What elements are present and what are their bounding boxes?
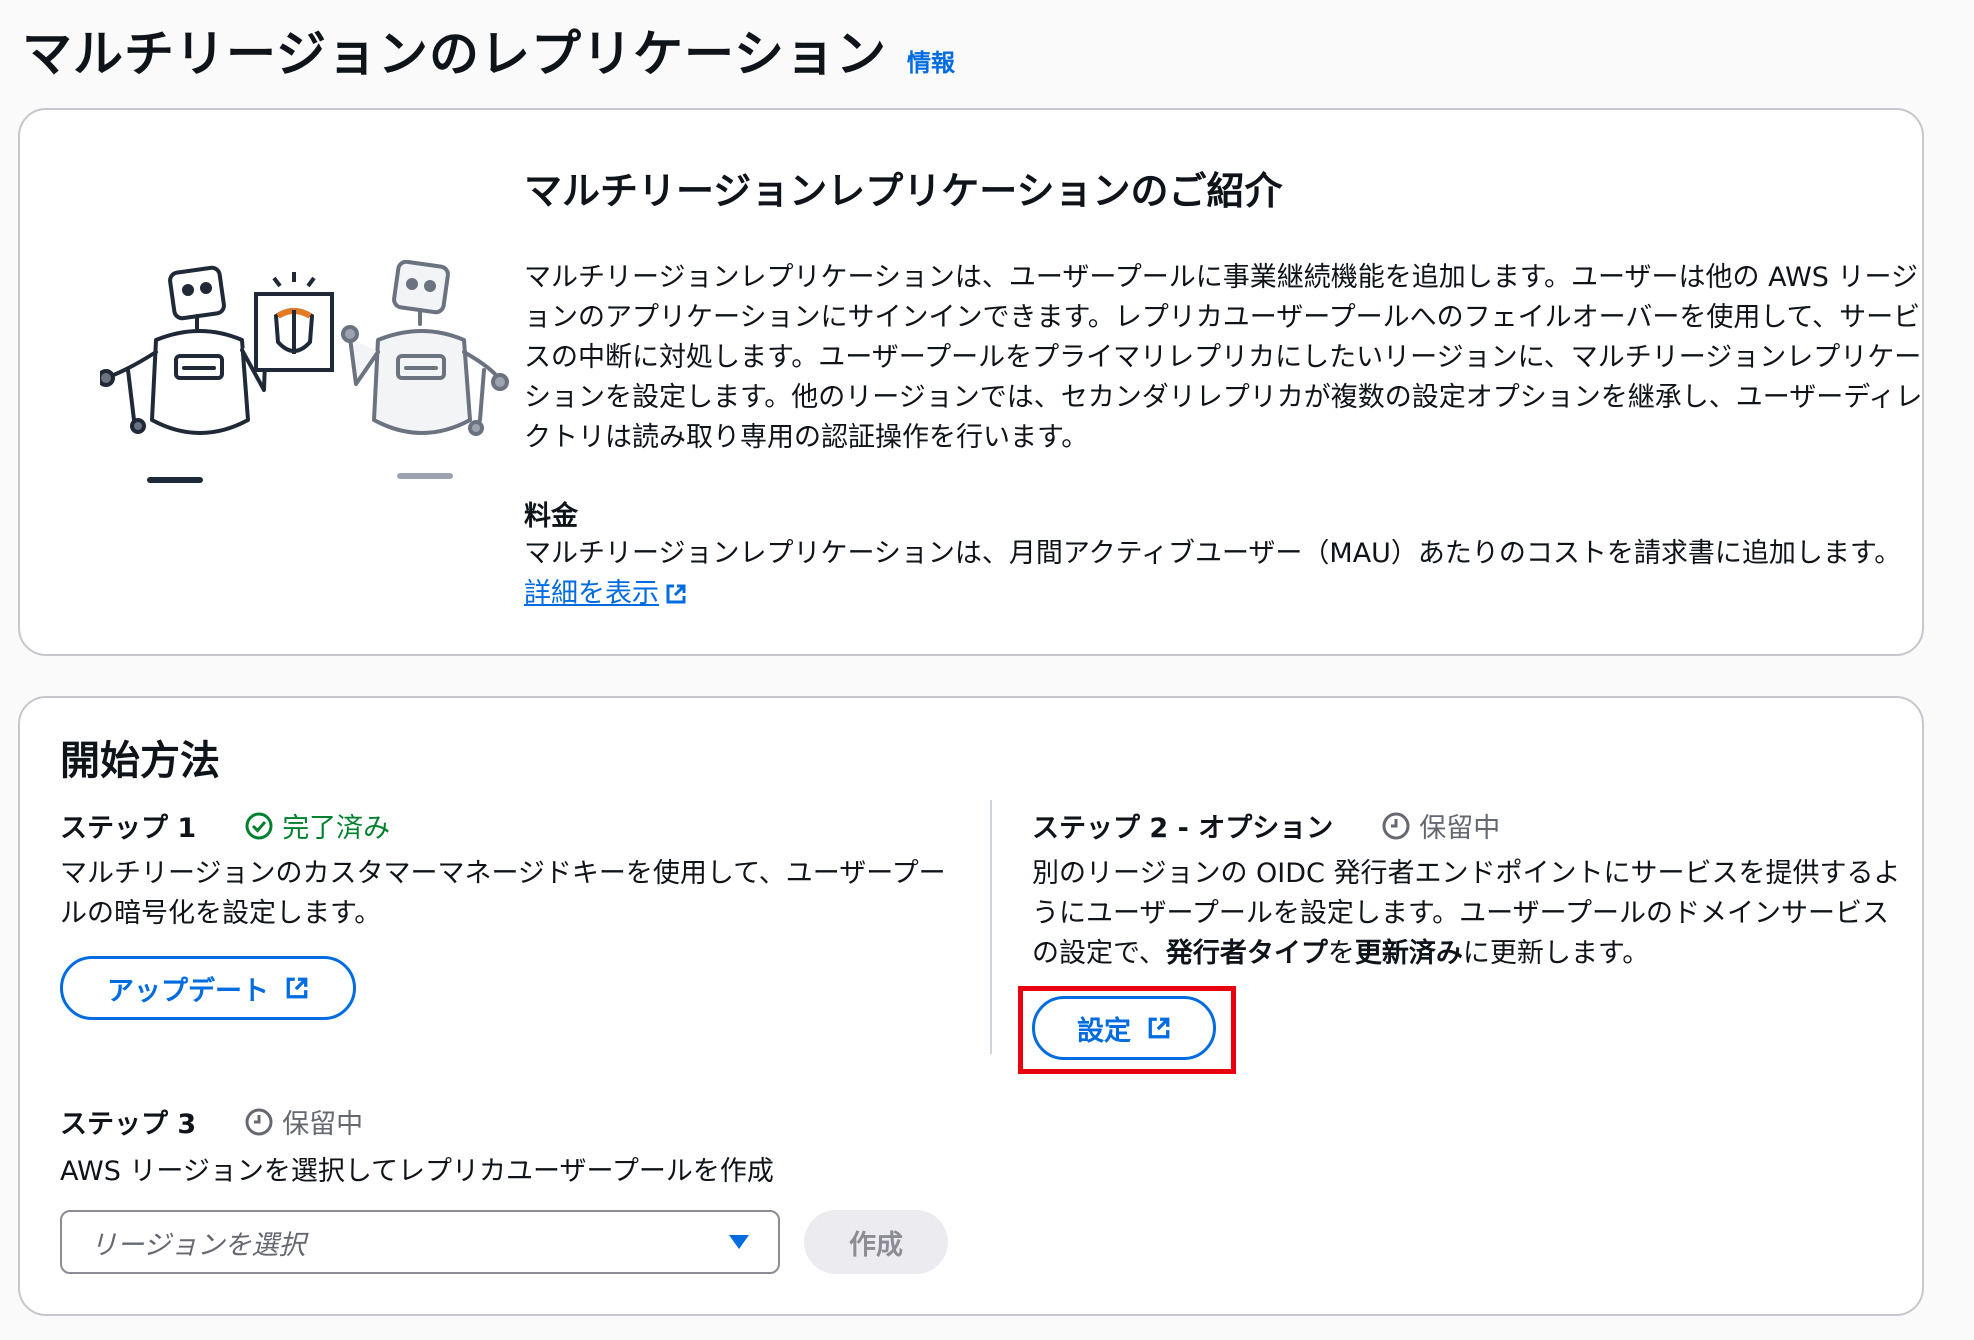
step1-header: ステップ 1 完了済み — [60, 806, 390, 845]
page: マルチリージョンのレプリケーション 情報 マルチリージョンレプリケーションのご紹… — [0, 0, 1974, 1340]
pricing-text: マルチリージョンレプリケーションは、月間アクティブユーザー（MAU）あたりのコス… — [524, 538, 1902, 569]
check-circle-icon — [245, 812, 273, 839]
step3-status: 保留中 — [244, 1102, 363, 1141]
right-robot-icon — [341, 260, 509, 479]
step1-status-text: 完了済み — [282, 813, 391, 844]
step2-label: ステップ 2 - オプション — [1032, 813, 1334, 844]
step-divider — [990, 800, 992, 1054]
step2-status-text: 保留中 — [1419, 813, 1501, 844]
caret-down-icon — [729, 1235, 749, 1249]
page-title: マルチリージョンのレプリケーション — [22, 25, 887, 83]
intro-title: マルチリージョンレプリケーションのご紹介 — [524, 169, 1283, 213]
getting-started-title: 開始方法 — [60, 738, 220, 784]
step2-text-mid: を — [1327, 938, 1355, 969]
create-button[interactable]: 作成 — [804, 1210, 948, 1274]
info-link[interactable]: 情報 — [907, 43, 955, 78]
update-button-label: アップデート — [107, 975, 269, 1007]
step3-status-text: 保留中 — [282, 1109, 364, 1140]
pricing-title: 料金 — [524, 501, 578, 532]
updated-label: 更新済み — [1354, 938, 1463, 969]
configure-button-label: 設定 — [1077, 1015, 1131, 1047]
step3-label: ステップ 3 — [60, 1109, 197, 1140]
shield-icon — [254, 272, 334, 372]
configure-button[interactable]: 設定 — [1032, 996, 1216, 1060]
step1-label: ステップ 1 — [60, 813, 197, 844]
step1-status: 完了済み — [244, 806, 390, 845]
step2-header: ステップ 2 - オプション 保留中 — [1032, 806, 1500, 845]
region-select[interactable]: リージョンを選択 — [60, 1210, 780, 1274]
step3-header: ステップ 3 保留中 — [60, 1102, 363, 1141]
external-link-icon — [1148, 1017, 1170, 1039]
page-header: マルチリージョンのレプリケーション 情報 — [22, 14, 955, 86]
step1-text: マルチリージョンのカスタマーマネージドキーを使用して、ユーザープールの暗号化を設… — [60, 858, 946, 929]
intro-body: マルチリージョンレプリケーションは、ユーザープールに事業継続機能を追加します。ユ… — [524, 262, 1923, 453]
getting-started-card: 開始方法 ステップ 1 完了済み マルチリージョンのカスタマーマネージドキーを使… — [18, 696, 1924, 1316]
step2-status: 保留中 — [1381, 806, 1500, 845]
update-button[interactable]: アップデート — [60, 956, 356, 1020]
pricing-body: マルチリージョンレプリケーションは、月間アクティブユーザー（MAU）あたりのコス… — [524, 534, 1924, 614]
clock-icon — [245, 1108, 273, 1135]
robots-illustration — [100, 260, 509, 483]
left-robot-icon — [100, 265, 275, 483]
step2-text-after: に更新します。 — [1462, 938, 1650, 969]
clock-icon — [1382, 812, 1410, 839]
region-select-placeholder: リージョンを選択 — [90, 1229, 306, 1261]
intro-card: マルチリージョンレプリケーションのご紹介 マルチリージョンレプリケーションは、ユ… — [18, 108, 1924, 656]
issuer-type-label: 発行者タイプ — [1165, 938, 1328, 969]
external-link-icon — [286, 977, 308, 999]
step2-text: 別のリージョンの OIDC 発行者エンドポイントにサービスを提供するようにユーザ… — [1032, 854, 1912, 974]
external-link-icon — [666, 584, 686, 604]
step3-text: AWS リージョンを選択してレプリカユーザープールを作成 — [60, 1156, 774, 1187]
pricing-details-link[interactable]: 詳細を表示 — [524, 578, 687, 609]
pricing-details-link-label: 詳細を表示 — [524, 578, 659, 609]
